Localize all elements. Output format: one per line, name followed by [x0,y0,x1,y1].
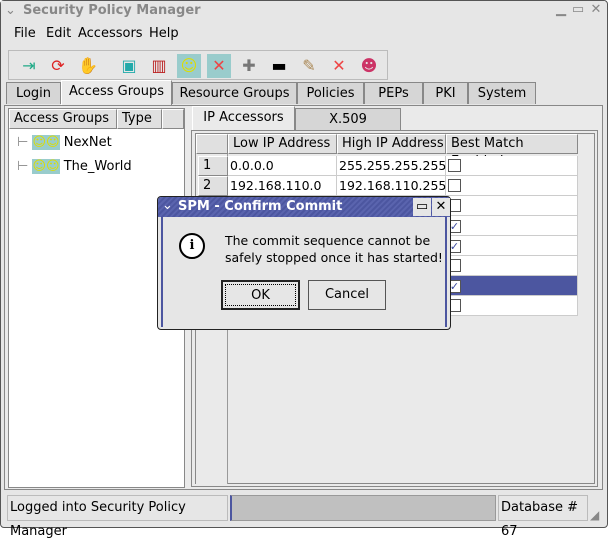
tab-label: PEPs [378,86,409,101]
tab-login[interactable]: Login [6,82,61,104]
edit-icon[interactable]: ✎ [297,54,321,78]
resize-grip-icon[interactable]: ◢ [590,508,599,522]
best-match-cell[interactable] [446,296,578,316]
tab-label: Login [15,86,52,101]
progress-bar [230,495,496,521]
database-label: Database # 67 [498,495,588,539]
user-icon[interactable]: ☻ [357,54,381,78]
tab-pki[interactable]: PKI [423,82,468,104]
dialog-titlebar[interactable]: SPM - Confirm Commit [158,197,450,217]
best-match-cell[interactable]: ✓ [446,216,578,236]
login-icon[interactable]: ⇥ [17,54,41,78]
menu-help[interactable]: Help [149,26,179,41]
best-match-cell[interactable] [446,156,578,176]
tree-item-nexnet[interactable]: ⊢ ☺☺ NexNet [17,135,112,150]
dialog-message-line1: The commit sequence cannot be [225,233,431,248]
handshake-icon[interactable]: ✋ [76,54,100,78]
high-ip-cell[interactable]: 255.255.255.255 [337,156,446,176]
menu-edit[interactable]: Edit [46,26,71,41]
tab-label: Resource Groups [179,86,290,101]
tree-item-label: NexNet [63,135,112,150]
status-message: Logged into Security Policy Manager [7,495,228,539]
cancel-button[interactable]: Cancel [308,280,386,310]
add-icon[interactable]: ✚ [237,54,261,78]
high-ip-cell[interactable]: 192.168.110.255 [337,176,446,196]
tab-access-groups[interactable]: Access Groups [61,80,172,105]
dialog-menu-icon[interactable]: ⌄ [162,198,173,213]
best-match-cell[interactable]: ✓ [446,276,578,296]
tab-label: Access Groups [69,84,164,99]
tab-resource-groups[interactable]: Resource Groups [172,82,297,104]
tab-label: Policies [306,86,355,101]
tree-item-the-world[interactable]: ⊢ ☺☺ The_World [17,159,132,174]
best-match-cell[interactable] [446,196,578,216]
column-header-access-groups[interactable]: Access Groups [9,109,117,129]
menu-bar: File Edit Accessors Help [2,22,604,46]
close-icon[interactable]: ✕ [588,2,604,18]
window-titlebar[interactable]: Security Policy Manager [1,1,605,21]
best-match-checkbox[interactable] [448,159,461,172]
group-icon: ☺☺ [32,135,60,150]
menu-file[interactable]: File [14,26,36,41]
group-icon: ☺☺ [32,159,60,174]
dialog-message-line2: safely stopped once it has started! [225,250,443,265]
delete-group-icon[interactable]: ✕ [207,54,231,78]
best-match-checkbox[interactable] [448,179,461,192]
table-corner [196,134,228,154]
tab-policies[interactable]: Policies [297,82,364,104]
window-menu-icon[interactable]: ⌄ [5,3,16,18]
minimize-icon[interactable]: ▁ [553,2,569,18]
remove-icon[interactable]: ▬ [267,54,291,78]
refresh-icon[interactable]: ⟳ [46,54,70,78]
column-header[interactable]: Low IP Address [228,134,337,154]
column-header-empty [162,109,184,129]
best-match-cell[interactable] [446,176,578,196]
confirm-commit-dialog: SPM - Confirm Commit ⌄ ▭ ✕ i The commit … [157,196,451,330]
dialog-title: SPM - Confirm Commit [178,199,343,214]
subtab-label: IP Accessors [203,110,284,125]
maximize-icon[interactable]: ▭ [570,2,586,18]
dialog-close-icon[interactable]: ✕ [432,198,450,216]
tab-peps[interactable]: PEPs [364,82,423,104]
tab-label: PKI [435,86,456,101]
bin-icon[interactable]: ▣ [117,54,141,78]
column-header-type[interactable]: Type [117,109,162,129]
tree-item-label: The_World [63,159,132,174]
column-header[interactable]: High IP Address [337,134,446,154]
toolbar: ⇥ ⟳ ✋ ▣ ▥ ☺ ✕ ✚ ▬ ✎ ✕ ☻ [8,50,388,80]
low-ip-cell[interactable]: 192.168.110.0 [228,176,337,196]
best-match-cell[interactable] [446,256,578,276]
menu-accessors[interactable]: Accessors [78,26,143,41]
best-match-cell[interactable]: ✓ [446,236,578,256]
info-icon: i [179,233,205,259]
low-ip-cell[interactable]: 0.0.0.0 [228,156,337,176]
delete-user-icon[interactable]: ✕ [327,54,351,78]
tab-system[interactable]: System [468,82,536,104]
ok-button[interactable]: OK [221,280,300,310]
row-header[interactable]: 2 [198,176,228,196]
dialog-maximize-icon[interactable]: ▭ [413,198,431,216]
group-icon[interactable]: ☺ [177,54,201,78]
column-header[interactable]: Best Match Enabled [446,134,578,169]
subtab-ip-accessors[interactable]: IP Accessors [192,106,295,131]
subtab-x509-accessors[interactable]: X.509 Accessors [295,108,401,149]
row-header[interactable]: 1 [198,156,228,176]
gift-icon[interactable]: ▥ [147,54,171,78]
window-title: Security Policy Manager [23,3,201,18]
tab-label: System [477,86,527,101]
